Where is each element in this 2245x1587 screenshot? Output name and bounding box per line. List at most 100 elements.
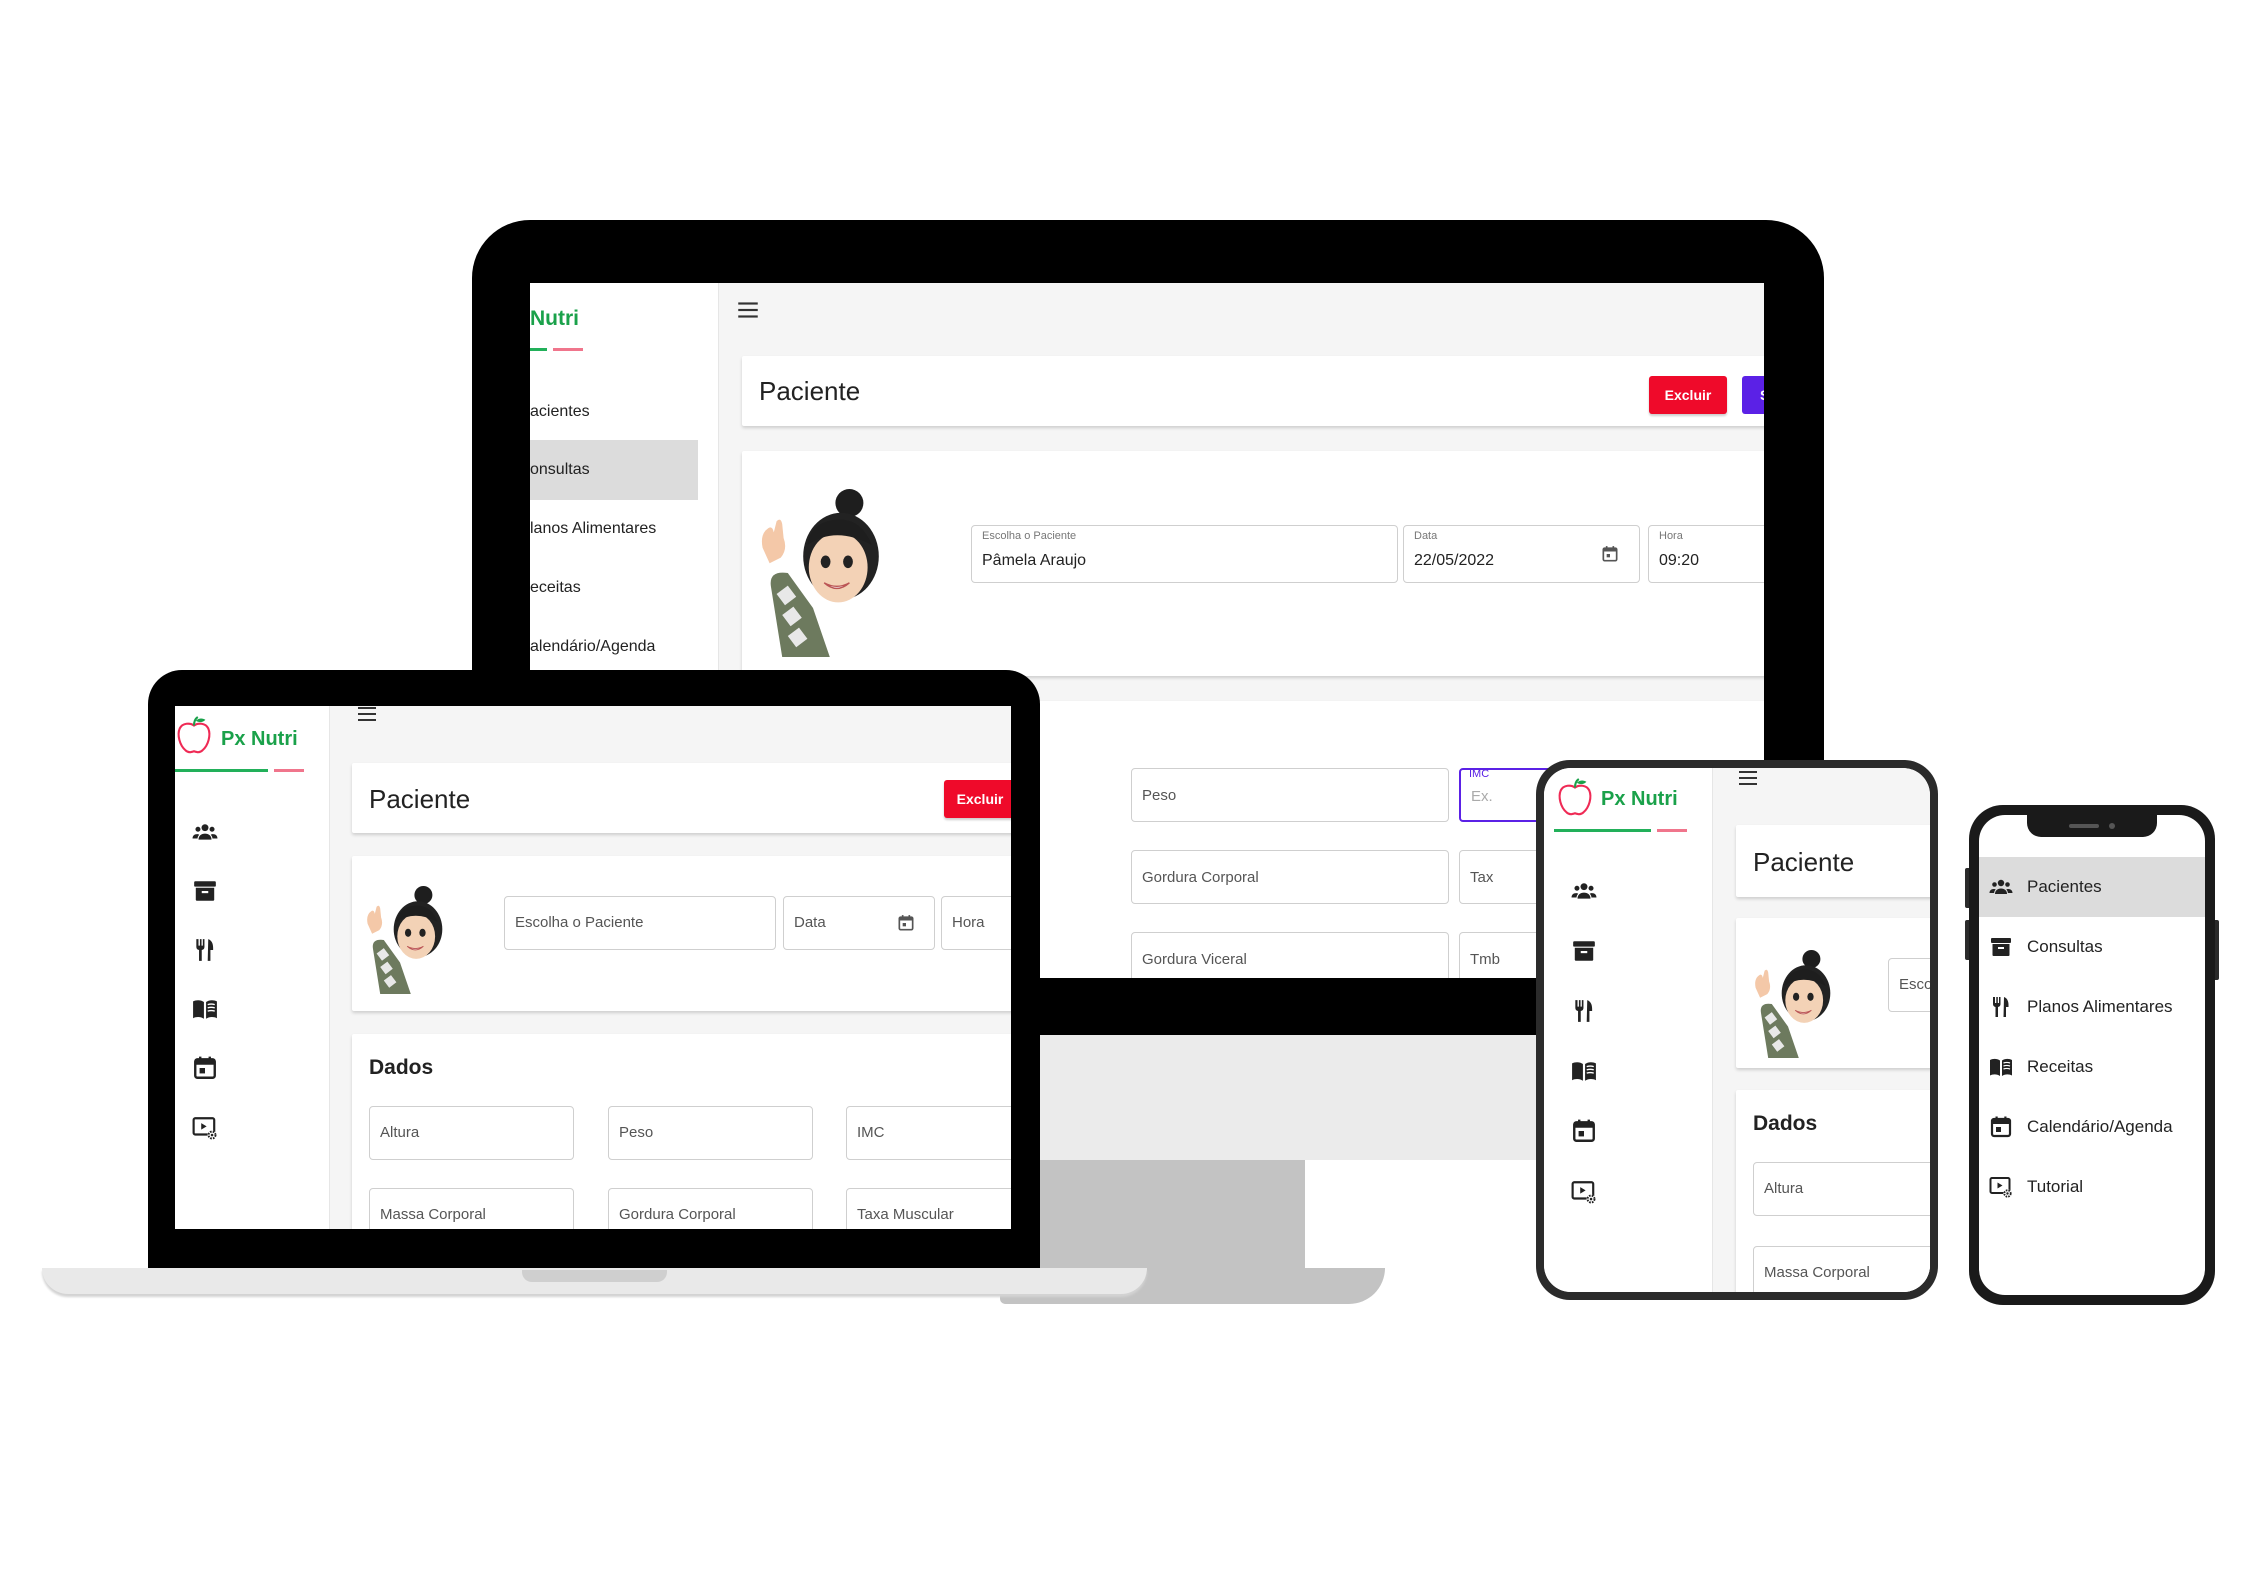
sidebar-item-planos[interactable]: lanos Alimentares xyxy=(530,500,698,558)
patient-avatar xyxy=(1752,950,1842,1058)
gordura-viceral-field[interactable]: Gordura Viceral xyxy=(1131,932,1449,978)
time-field-label: Hora xyxy=(1659,530,1683,542)
patient-select[interactable]: Escolha o Paciente xyxy=(504,896,776,950)
tmb-placeholder: Tmb xyxy=(1470,951,1500,968)
brand-underline xyxy=(175,769,268,772)
sidebar-item-planos[interactable]: Planos Alimentares xyxy=(1979,977,2205,1037)
date-picker-icon[interactable] xyxy=(1600,544,1620,564)
altura-field[interactable]: Altura xyxy=(1753,1162,1930,1216)
laptop-notch xyxy=(522,1270,667,1282)
massa-corporal-placeholder: Massa Corporal xyxy=(1764,1264,1870,1281)
brand-name: Nutri xyxy=(530,307,579,330)
dados-card: Dados Altura Peso IMC Massa Corporal Gor… xyxy=(352,1034,1011,1229)
sidebar-item-label: alendário/Agenda xyxy=(530,638,656,655)
sidebar-item-receitas[interactable]: eceitas xyxy=(530,559,698,617)
phone-speaker xyxy=(2069,824,2099,828)
save-button[interactable]: S xyxy=(1742,376,1764,414)
taxa-muscular-field[interactable]: Taxa Muscular xyxy=(846,1188,1011,1229)
patient-select-label: Escolha o Paciente xyxy=(982,530,1077,542)
patient-select[interactable]: Escolha o Paciente Pâmela Araujo xyxy=(971,525,1398,583)
page-header-card: Paciente xyxy=(1736,825,1930,897)
consult-card: Escolha o Paciente Pâmela Araujo Data 22… xyxy=(742,451,1764,676)
brand-underline xyxy=(1554,829,1651,832)
menu-icon[interactable] xyxy=(735,297,761,323)
tablet-sidebar: Px Nutri xyxy=(1544,768,1713,1292)
page-header-card: Paciente Excluir S xyxy=(742,356,1764,426)
taxa-muscular-placeholder: Taxa Muscular xyxy=(857,1206,954,1223)
page-title: Paciente xyxy=(369,784,471,814)
massa-corporal-field[interactable]: Massa Corporal xyxy=(369,1188,574,1229)
imc-placeholder: IMC xyxy=(857,1124,885,1141)
gordura-corporal-placeholder: Gordura Corporal xyxy=(1142,869,1259,886)
patient-select-value: Pâmela Araujo xyxy=(982,552,1087,569)
brand-underline xyxy=(530,348,547,351)
peso-field[interactable]: Peso xyxy=(1131,768,1449,822)
time-field-placeholder: Hora xyxy=(952,914,985,931)
book-icon[interactable] xyxy=(1571,1058,1597,1084)
imc-field[interactable]: IMC xyxy=(846,1106,1011,1160)
sidebar-item-label: Calendário/Agenda xyxy=(2027,1117,2173,1136)
menu-icon[interactable] xyxy=(1736,768,1760,790)
people-icon xyxy=(1989,875,2013,899)
utensils-icon[interactable] xyxy=(192,937,218,963)
people-icon[interactable] xyxy=(1571,878,1597,904)
patient-select-placeholder: Esco xyxy=(1899,976,1930,993)
video-settings-icon[interactable] xyxy=(1571,1179,1597,1205)
tablet-screen: Px Nutri Paciente Esco Dados Altura Mass… xyxy=(1544,768,1930,1292)
calendar-icon[interactable] xyxy=(1571,1118,1597,1144)
date-picker-icon[interactable] xyxy=(896,913,916,933)
dados-title: Dados xyxy=(1753,1112,1818,1135)
delete-button[interactable]: Excluir xyxy=(944,780,1011,818)
sidebar-item-label: lanos Alimentares xyxy=(530,520,657,537)
menu-icon[interactable] xyxy=(355,706,379,726)
apple-logo-icon xyxy=(175,714,213,758)
gordura-corporal-field[interactable]: Gordura Corporal xyxy=(608,1188,813,1229)
consult-card: Escolha o Paciente Data Hora xyxy=(352,856,1011,1011)
imc-label: IMC xyxy=(1469,768,1490,780)
altura-placeholder: Altura xyxy=(1764,1180,1804,1197)
calendar-icon[interactable] xyxy=(192,1055,218,1081)
peso-field[interactable]: Peso xyxy=(608,1106,813,1160)
utensils-icon[interactable] xyxy=(1571,998,1597,1024)
massa-corporal-placeholder: Massa Corporal xyxy=(380,1206,486,1223)
brand-underline-accent xyxy=(553,348,583,351)
archive-icon[interactable] xyxy=(1571,938,1597,964)
sidebar-item-pacientes[interactable]: Pacientes xyxy=(1979,857,2205,917)
sidebar-item-pacientes[interactable]: acientes xyxy=(530,383,698,441)
peso-placeholder: Peso xyxy=(1142,787,1177,804)
sidebar-item-label: onsultas xyxy=(530,461,590,478)
tablet-main: Paciente Esco Dados Altura Massa Corpora… xyxy=(1713,768,1930,1292)
brand-underline-accent xyxy=(274,769,304,772)
people-icon[interactable] xyxy=(192,819,218,845)
sidebar-item-receitas[interactable]: Receitas xyxy=(1979,1037,2205,1097)
page-title: Paciente xyxy=(1753,847,1855,877)
time-field[interactable]: Hora 09:20 xyxy=(1648,525,1764,583)
altura-placeholder: Altura xyxy=(380,1124,420,1141)
date-field[interactable]: Data xyxy=(783,896,935,950)
date-field-label: Data xyxy=(1414,530,1438,542)
sidebar-item-consultas[interactable]: Consultas xyxy=(1979,917,2205,977)
altura-field[interactable]: Altura xyxy=(369,1106,574,1160)
massa-corporal-field[interactable]: Massa Corporal xyxy=(1753,1246,1930,1292)
time-field[interactable]: Hora xyxy=(941,896,1011,950)
date-field[interactable]: Data 22/05/2022 xyxy=(1403,525,1640,583)
sidebar-item-tutorial[interactable]: Tutorial xyxy=(1979,1157,2205,1217)
phone-screen: Pacientes Consultas Planos Alimentares R… xyxy=(1979,815,2205,1295)
archive-icon[interactable] xyxy=(192,878,218,904)
book-icon[interactable] xyxy=(192,996,218,1022)
peso-placeholder: Peso xyxy=(619,1124,654,1141)
sidebar-item-consultas[interactable]: onsultas xyxy=(530,440,698,500)
delete-button[interactable]: Excluir xyxy=(1649,376,1727,414)
phone-camera xyxy=(2109,823,2115,829)
imc-placeholder: Ex. xyxy=(1471,788,1493,805)
laptop-screen: Px Nutri Paciente Excluir Escolha o Paci… xyxy=(175,706,1011,1229)
time-field-value: 09:20 xyxy=(1659,552,1700,569)
gordura-corporal-field[interactable]: Gordura Corporal xyxy=(1131,850,1449,904)
patient-avatar xyxy=(364,886,454,994)
sidebar-item-calendario[interactable]: Calendário/Agenda xyxy=(1979,1097,2205,1157)
video-settings-icon xyxy=(1989,1175,2013,1199)
patient-select[interactable]: Esco xyxy=(1888,958,1930,1012)
video-settings-icon[interactable] xyxy=(192,1115,218,1141)
date-field-placeholder: Data xyxy=(794,914,826,931)
sidebar-item-calendario[interactable]: alendário/Agenda xyxy=(530,618,698,676)
